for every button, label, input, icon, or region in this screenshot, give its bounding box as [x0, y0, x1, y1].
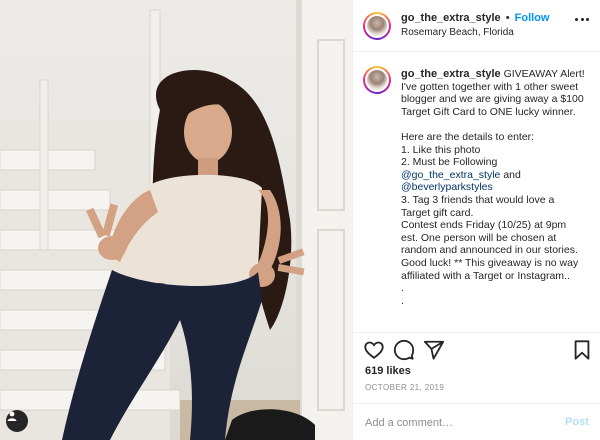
- caption-line: I've gotten together with 1 other sweet: [401, 80, 579, 93]
- comment-box: Post: [353, 403, 600, 440]
- person-tag-icon[interactable]: [6, 410, 28, 432]
- header-user-line: go_the_extra_style • Follow: [401, 12, 549, 24]
- caption-line: blogger and we are giving away a $100: [401, 93, 584, 106]
- caption-line-1: go_the_extra_style GIVEAWAY Alert!: [401, 68, 585, 80]
- avatar[interactable]: [363, 12, 391, 40]
- post-photo[interactable]: [0, 0, 352, 440]
- separator-dot: •: [505, 12, 510, 24]
- like-count[interactable]: 619 likes: [365, 365, 411, 377]
- caption-line: est. One person will be chosen at: [401, 231, 557, 244]
- caption-line: 3. Tag 3 friends that would love a: [401, 193, 555, 206]
- mention-link[interactable]: @go_the_extra_style: [401, 169, 500, 181]
- caption-line: Contest ends Friday (10/25) at 9pm: [401, 219, 567, 232]
- header-username[interactable]: go_the_extra_style: [401, 12, 501, 24]
- caption-line-mention: @beverlyparkstyles: [401, 181, 593, 194]
- mention-link[interactable]: @beverlyparkstyles: [401, 181, 493, 193]
- heart-icon[interactable]: [363, 339, 385, 361]
- bookmark-icon[interactable]: [571, 339, 593, 361]
- comment-input[interactable]: [365, 414, 545, 432]
- caption-line: [401, 118, 593, 131]
- more-options-icon[interactable]: [575, 18, 589, 22]
- caption-line: Good luck! ** This giveaway is no way: [401, 256, 579, 269]
- post-side-panel: go_the_extra_style • Follow Rosemary Bea…: [352, 0, 600, 440]
- location-link[interactable]: Rosemary Beach, Florida: [401, 27, 514, 38]
- caption-line: Here are the details to enter:: [401, 130, 535, 143]
- follow-button[interactable]: Follow: [515, 12, 550, 24]
- caption-avatar[interactable]: [363, 66, 391, 94]
- post-comment-button[interactable]: Post: [565, 416, 589, 428]
- post-actions: 619 likes OCTOBER 21, 2019 Post: [353, 332, 600, 440]
- caption-line: .: [401, 294, 404, 307]
- caption-line: .: [401, 282, 404, 295]
- post-caption: go_the_extra_style GIVEAWAY Alert! I've …: [401, 68, 593, 307]
- comment-bubble-icon[interactable]: [393, 339, 415, 361]
- caption-username[interactable]: go_the_extra_style: [401, 68, 501, 80]
- photo-illustration: [0, 0, 352, 440]
- post-header: go_the_extra_style • Follow Rosemary Bea…: [353, 0, 600, 52]
- caption-line-mentions: @go_the_extra_style and: [401, 168, 521, 181]
- caption-line: random and announced in our stories.: [401, 244, 578, 257]
- caption-line: Target Gift Card to ONE lucky winner.: [401, 105, 576, 118]
- post-date: OCTOBER 21, 2019: [365, 383, 445, 392]
- paper-plane-icon[interactable]: [423, 339, 445, 361]
- caption-line: Target gift card.: [401, 206, 474, 219]
- caption-line: 1. Like this photo: [401, 143, 481, 156]
- caption-line: affiliated with a Target or Instagram..: [401, 269, 570, 282]
- caption-line: 2. Must be Following: [401, 156, 498, 169]
- caption-section: go_the_extra_style GIVEAWAY Alert! I've …: [353, 52, 600, 332]
